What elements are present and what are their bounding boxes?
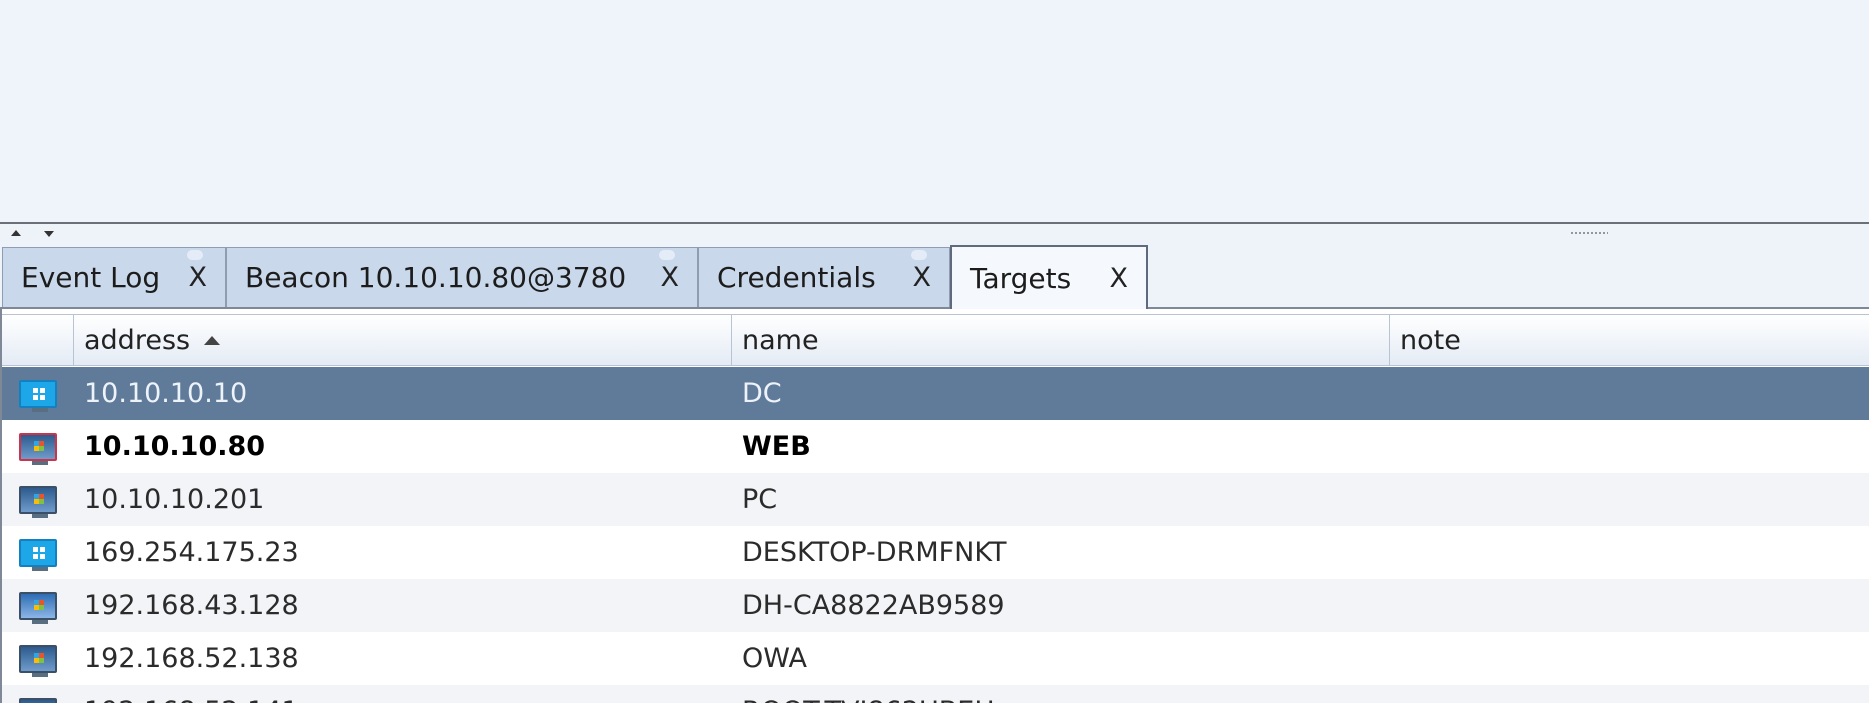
tab-credentials[interactable]: Credentials X bbox=[698, 247, 950, 307]
windows-logo bbox=[34, 493, 44, 504]
column-header-label: address bbox=[84, 324, 191, 356]
address-cell: 192.168.43.128 bbox=[84, 590, 299, 621]
column-header-label: name bbox=[742, 324, 819, 356]
name-cell: DH-CA8822AB9589 bbox=[742, 590, 1005, 621]
name-cell: PC bbox=[742, 484, 778, 515]
windows10-monitor-icon bbox=[19, 379, 57, 412]
row-icon-cell bbox=[2, 579, 74, 632]
tab-highlight bbox=[659, 250, 675, 260]
tab-bar: Event Log X Beacon 10.10.10.80@3780 X Cr… bbox=[0, 243, 1869, 309]
table-row[interactable]: 192.168.43.128 DH-CA8822AB9589 bbox=[2, 579, 1869, 632]
targets-table: address name note 10.10.10.10 DC 10.10.1… bbox=[0, 309, 1869, 703]
column-header-label: note bbox=[1400, 324, 1461, 356]
row-icon-cell bbox=[2, 473, 74, 526]
close-tab-icon[interactable]: X bbox=[913, 262, 932, 293]
tab-label: Targets bbox=[970, 261, 1072, 295]
address-cell: 169.254.175.23 bbox=[84, 537, 299, 568]
split-pane-divider[interactable] bbox=[0, 222, 1869, 243]
windows-logo bbox=[34, 652, 44, 663]
windows10-monitor-icon bbox=[19, 538, 57, 571]
tab-targets[interactable]: Targets X bbox=[950, 245, 1148, 309]
close-tab-icon[interactable]: X bbox=[1110, 263, 1129, 294]
windows-server-monitor-icon bbox=[19, 644, 57, 677]
table-row[interactable]: 10.10.10.80 WEB bbox=[2, 420, 1869, 473]
table-row[interactable]: 192.168.52.141 ROOT-TVI862UBEH bbox=[2, 685, 1869, 703]
address-cell: 10.10.10.10 bbox=[84, 378, 248, 409]
windows-server-monitor-icon bbox=[19, 697, 57, 703]
address-cell: 192.168.52.141 bbox=[84, 685, 299, 703]
table-row[interactable]: 192.168.52.138 OWA bbox=[2, 632, 1869, 685]
tab-highlight bbox=[187, 250, 203, 260]
tab-label: Credentials bbox=[717, 261, 876, 294]
windows-server-compromised-icon bbox=[19, 432, 57, 465]
table-row[interactable]: 10.10.10.10 DC bbox=[2, 367, 1869, 420]
row-icon-cell bbox=[2, 367, 74, 420]
table-row[interactable]: 169.254.175.23 DESKTOP-DRMFNKT bbox=[2, 526, 1869, 579]
row-icon-cell bbox=[2, 632, 74, 685]
address-cell: 10.10.10.80 bbox=[84, 431, 266, 462]
expand-down-arrow-icon[interactable] bbox=[44, 231, 54, 237]
name-cell: WEB bbox=[742, 431, 811, 462]
tab-label: Beacon 10.10.10.80@3780 bbox=[245, 261, 627, 294]
row-icon-cell bbox=[2, 526, 74, 579]
graph-view-area bbox=[0, 0, 1869, 222]
tab-event-log[interactable]: Event Log X bbox=[2, 247, 226, 307]
column-header-note[interactable]: note bbox=[1390, 315, 1869, 365]
column-header-address[interactable]: address bbox=[74, 315, 732, 365]
column-header-icon[interactable] bbox=[2, 315, 74, 365]
windows-logo bbox=[34, 440, 44, 451]
table-row[interactable]: 10.10.10.201 PC bbox=[2, 473, 1869, 526]
windows-logo bbox=[33, 546, 45, 559]
tab-highlight bbox=[911, 250, 927, 260]
windows-logo bbox=[33, 387, 45, 400]
collapse-up-arrow-icon[interactable] bbox=[11, 230, 21, 236]
windows-server-monitor-icon bbox=[19, 485, 57, 518]
table-header: address name note bbox=[2, 314, 1869, 366]
close-tab-icon[interactable]: X bbox=[661, 262, 680, 293]
row-icon-cell bbox=[2, 685, 74, 703]
name-cell: DC bbox=[742, 378, 782, 409]
name-cell: DESKTOP-DRMFNKT bbox=[742, 537, 1007, 568]
windows-xp-monitor-icon bbox=[19, 591, 57, 624]
windows-logo bbox=[34, 599, 44, 610]
name-cell: ROOT-TVI862UBEH bbox=[742, 685, 995, 703]
address-cell: 192.168.52.138 bbox=[84, 643, 299, 674]
address-cell: 10.10.10.201 bbox=[84, 484, 265, 515]
tab-beacon[interactable]: Beacon 10.10.10.80@3780 X bbox=[226, 247, 698, 307]
close-tab-icon[interactable]: X bbox=[189, 262, 208, 293]
column-header-name[interactable]: name bbox=[732, 315, 1390, 365]
sort-ascending-icon bbox=[204, 335, 221, 345]
row-icon-cell bbox=[2, 420, 74, 473]
drag-grip-icon[interactable] bbox=[1570, 231, 1608, 236]
tab-label: Event Log bbox=[21, 261, 161, 294]
name-cell: OWA bbox=[742, 643, 807, 674]
